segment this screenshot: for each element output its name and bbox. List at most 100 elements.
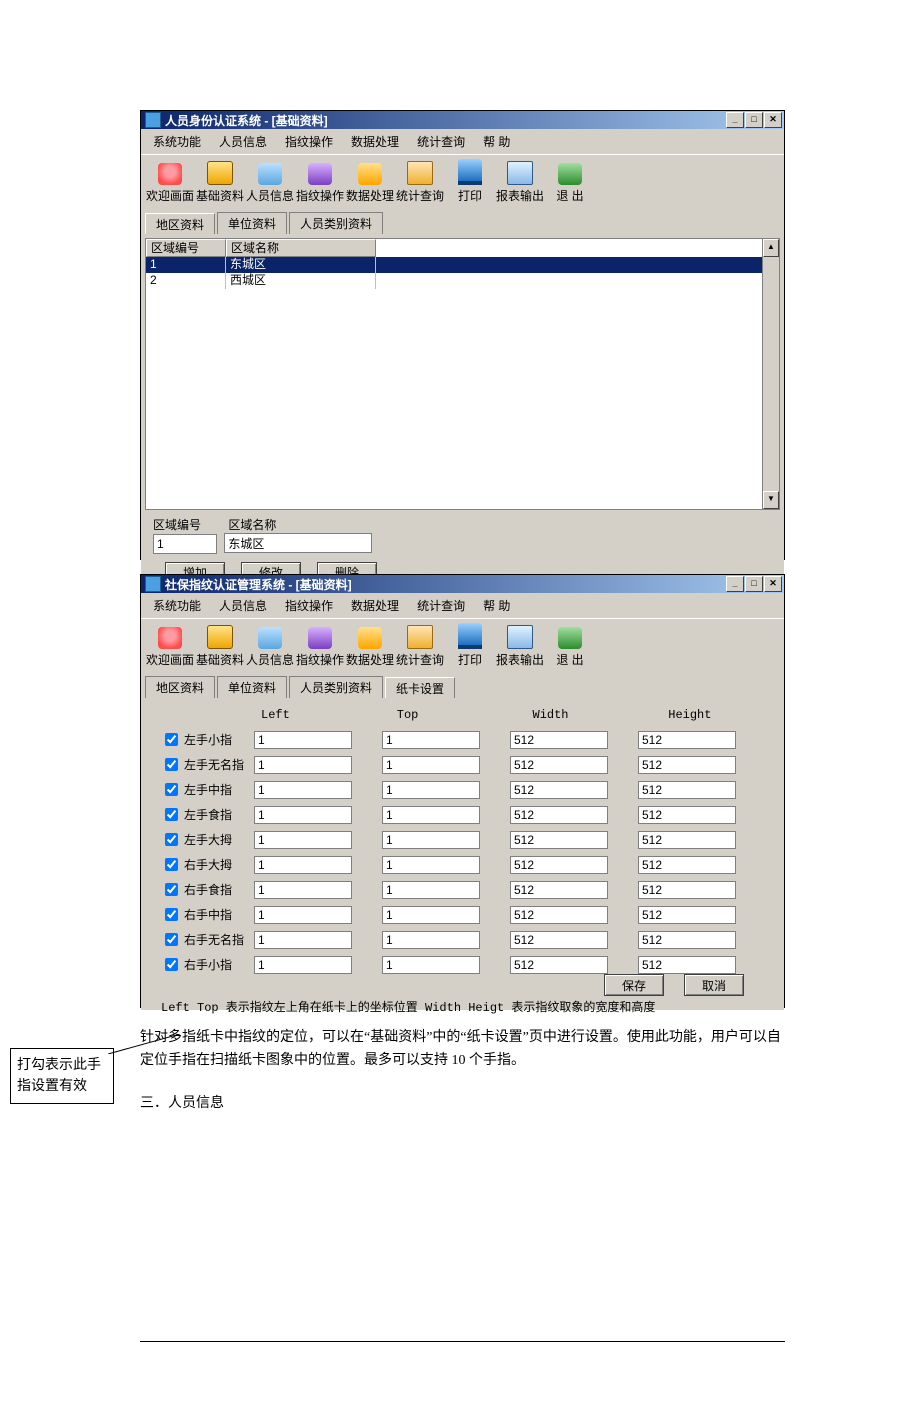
- menu-item[interactable]: 指纹操作: [277, 595, 343, 616]
- tool-person[interactable]: 人员信息: [245, 625, 295, 670]
- tool-query[interactable]: 统计查询: [395, 159, 445, 206]
- tab-unit[interactable]: 单位资料: [217, 212, 287, 234]
- scroll-down-icon[interactable]: ▼: [763, 491, 779, 509]
- tab-unit[interactable]: 单位资料: [217, 676, 287, 698]
- maximize-button[interactable]: □: [745, 576, 763, 592]
- minimize-button[interactable]: _: [726, 576, 744, 592]
- grid-row[interactable]: 2 西城区: [146, 273, 779, 289]
- region-grid[interactable]: 区域编号 区域名称 1 东城区 2 西城区 ▲ ▼: [145, 238, 780, 510]
- finger-top-input[interactable]: [382, 956, 480, 974]
- finger-enable-checkbox[interactable]: [165, 908, 178, 921]
- finger-enable-checkbox[interactable]: [165, 933, 178, 946]
- tool-report[interactable]: 报表输出: [495, 159, 545, 206]
- tool-print[interactable]: 打印: [445, 157, 495, 206]
- cancel-button[interactable]: 取消: [684, 974, 744, 996]
- finger-height-input[interactable]: [638, 831, 736, 849]
- finger-width-input[interactable]: [510, 731, 608, 749]
- finger-height-input[interactable]: [638, 906, 736, 924]
- scroll-up-icon[interactable]: ▲: [763, 239, 779, 257]
- finger-enable-checkbox[interactable]: [165, 833, 178, 846]
- finger-height-input[interactable]: [638, 756, 736, 774]
- menu-item[interactable]: 统计查询: [409, 595, 475, 616]
- finger-enable-checkbox[interactable]: [165, 733, 178, 746]
- finger-height-input[interactable]: [638, 731, 736, 749]
- tool-basic[interactable]: 基础资料: [195, 623, 245, 670]
- finger-top-input[interactable]: [382, 831, 480, 849]
- finger-width-input[interactable]: [510, 806, 608, 824]
- finger-width-input[interactable]: [510, 831, 608, 849]
- menu-item[interactable]: 数据处理: [343, 131, 409, 152]
- tool-report[interactable]: 报表输出: [495, 623, 545, 670]
- tab-category[interactable]: 人员类别资料: [289, 212, 383, 234]
- finger-top-input[interactable]: [382, 906, 480, 924]
- tool-welcome[interactable]: 欢迎画面: [145, 625, 195, 670]
- finger-top-input[interactable]: [382, 881, 480, 899]
- menu-item[interactable]: 统计查询: [409, 131, 475, 152]
- menu-item[interactable]: 数据处理: [343, 595, 409, 616]
- tab-region[interactable]: 地区资料: [145, 213, 215, 235]
- finger-width-input[interactable]: [510, 931, 608, 949]
- close-button[interactable]: ✕: [764, 112, 782, 128]
- minimize-button[interactable]: _: [726, 112, 744, 128]
- finger-top-input[interactable]: [382, 931, 480, 949]
- finger-height-input[interactable]: [638, 781, 736, 799]
- finger-top-input[interactable]: [382, 756, 480, 774]
- tool-fingerprint[interactable]: 指纹操作: [295, 161, 345, 206]
- tool-welcome[interactable]: 欢迎画面: [145, 161, 195, 206]
- finger-width-input[interactable]: [510, 756, 608, 774]
- finger-height-input[interactable]: [638, 881, 736, 899]
- tool-print[interactable]: 打印: [445, 621, 495, 670]
- finger-enable-checkbox[interactable]: [165, 758, 178, 771]
- tab-category[interactable]: 人员类别资料: [289, 676, 383, 698]
- finger-height-input[interactable]: [638, 931, 736, 949]
- tool-data[interactable]: 数据处理: [345, 161, 395, 206]
- tool-exit[interactable]: 退 出: [545, 161, 595, 206]
- menu-item[interactable]: 帮 助: [475, 595, 520, 616]
- finger-top-input[interactable]: [382, 731, 480, 749]
- tool-basic[interactable]: 基础资料: [195, 159, 245, 206]
- finger-enable-checkbox[interactable]: [165, 883, 178, 896]
- finger-enable-checkbox[interactable]: [165, 958, 178, 971]
- tool-data[interactable]: 数据处理: [345, 625, 395, 670]
- finger-enable-checkbox[interactable]: [165, 783, 178, 796]
- finger-width-input[interactable]: [510, 906, 608, 924]
- menu-item[interactable]: 人员信息: [211, 131, 277, 152]
- menu-item[interactable]: 人员信息: [211, 595, 277, 616]
- close-button[interactable]: ✕: [764, 576, 782, 592]
- finger-enable-checkbox[interactable]: [165, 808, 178, 821]
- tab-card-settings[interactable]: 纸卡设置: [385, 677, 455, 699]
- grid-row[interactable]: 1 东城区: [146, 257, 779, 273]
- finger-left-input[interactable]: [254, 931, 352, 949]
- finger-left-input[interactable]: [254, 831, 352, 849]
- finger-top-input[interactable]: [382, 806, 480, 824]
- tool-query[interactable]: 统计查询: [395, 623, 445, 670]
- finger-top-input[interactable]: [382, 781, 480, 799]
- finger-left-input[interactable]: [254, 806, 352, 824]
- finger-height-input[interactable]: [638, 806, 736, 824]
- finger-left-input[interactable]: [254, 781, 352, 799]
- finger-left-input[interactable]: [254, 956, 352, 974]
- finger-left-input[interactable]: [254, 856, 352, 874]
- menu-item[interactable]: 指纹操作: [277, 131, 343, 152]
- maximize-button[interactable]: □: [745, 112, 763, 128]
- menu-item[interactable]: 系统功能: [145, 595, 211, 616]
- tool-exit[interactable]: 退 出: [545, 625, 595, 670]
- finger-left-input[interactable]: [254, 881, 352, 899]
- input-region-name[interactable]: [224, 533, 372, 553]
- col-region-id[interactable]: 区域编号: [146, 239, 226, 257]
- finger-width-input[interactable]: [510, 881, 608, 899]
- finger-left-input[interactable]: [254, 731, 352, 749]
- vertical-scrollbar[interactable]: ▲ ▼: [762, 239, 779, 509]
- col-region-name[interactable]: 区域名称: [226, 239, 376, 257]
- finger-height-input[interactable]: [638, 856, 736, 874]
- finger-left-input[interactable]: [254, 756, 352, 774]
- finger-enable-checkbox[interactable]: [165, 858, 178, 871]
- finger-left-input[interactable]: [254, 906, 352, 924]
- finger-height-input[interactable]: [638, 956, 736, 974]
- menu-item[interactable]: 帮 助: [475, 131, 520, 152]
- finger-width-input[interactable]: [510, 856, 608, 874]
- tab-region[interactable]: 地区资料: [145, 676, 215, 698]
- finger-width-input[interactable]: [510, 956, 608, 974]
- finger-width-input[interactable]: [510, 781, 608, 799]
- tool-person[interactable]: 人员信息: [245, 161, 295, 206]
